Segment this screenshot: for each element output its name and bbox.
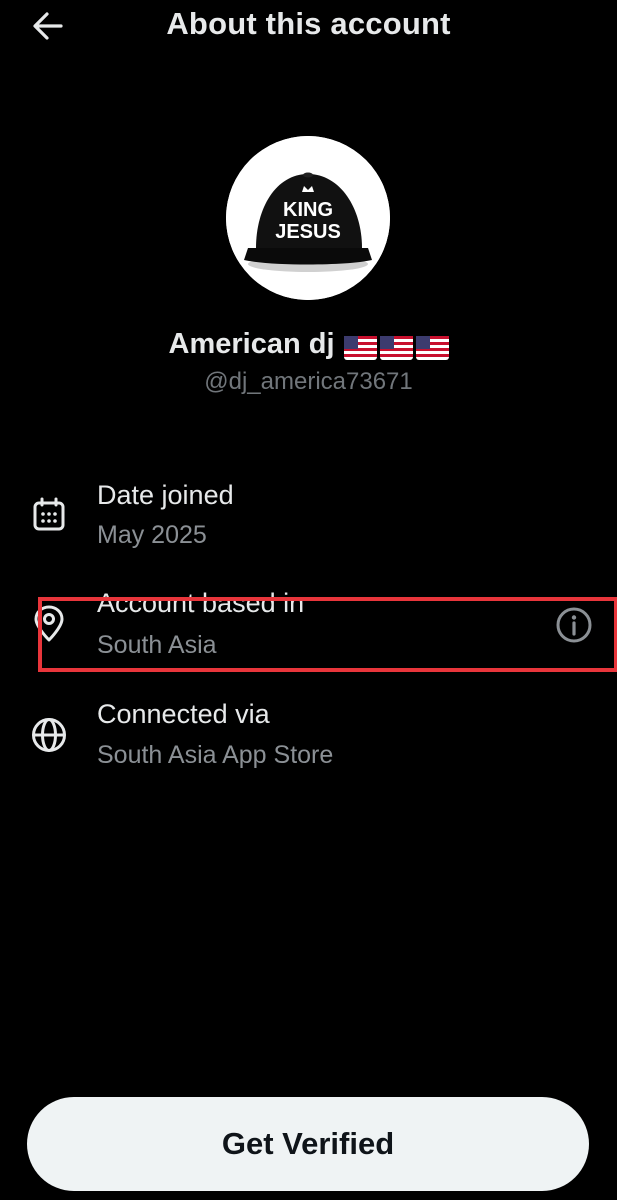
location-pin-icon — [34, 605, 64, 642]
info-row-account-based-in: Account based in South Asia — [0, 588, 617, 668]
display-name: American dj — [168, 328, 335, 360]
us-flag-icon — [415, 336, 449, 361]
cap-text-line2: JESUS — [275, 221, 341, 243]
us-flag-icon — [343, 336, 377, 361]
connected-via-label: Connected via — [97, 699, 270, 729]
get-verified-button[interactable]: Get Verified — [27, 1097, 589, 1191]
globe-icon — [32, 718, 66, 752]
info-circle-icon[interactable] — [555, 606, 593, 644]
top-bar: About this account — [0, 0, 617, 56]
cap-text-line1: KING — [283, 199, 333, 221]
avatar: KING JESUS — [226, 136, 390, 300]
date-joined-value: May 2025 — [97, 521, 207, 549]
cap-image: KING JESUS — [226, 136, 390, 300]
flag-emoji-group — [341, 331, 449, 364]
account-based-in-label: Account based in — [97, 588, 305, 618]
info-row-date-joined: Date joined May 2025 — [0, 478, 617, 558]
page-title: About this account — [166, 6, 451, 41]
us-flag-icon — [379, 336, 413, 361]
username-handle: @dj_america73671 — [204, 368, 413, 395]
info-row-connected-via: Connected via South Asia App Store — [0, 699, 617, 779]
calendar-icon — [33, 497, 65, 531]
date-joined-label: Date joined — [97, 480, 234, 510]
connected-via-value: South Asia App Store — [97, 741, 334, 769]
account-based-in-value: South Asia — [97, 631, 217, 659]
display-name-row: American dj — [0, 328, 617, 364]
